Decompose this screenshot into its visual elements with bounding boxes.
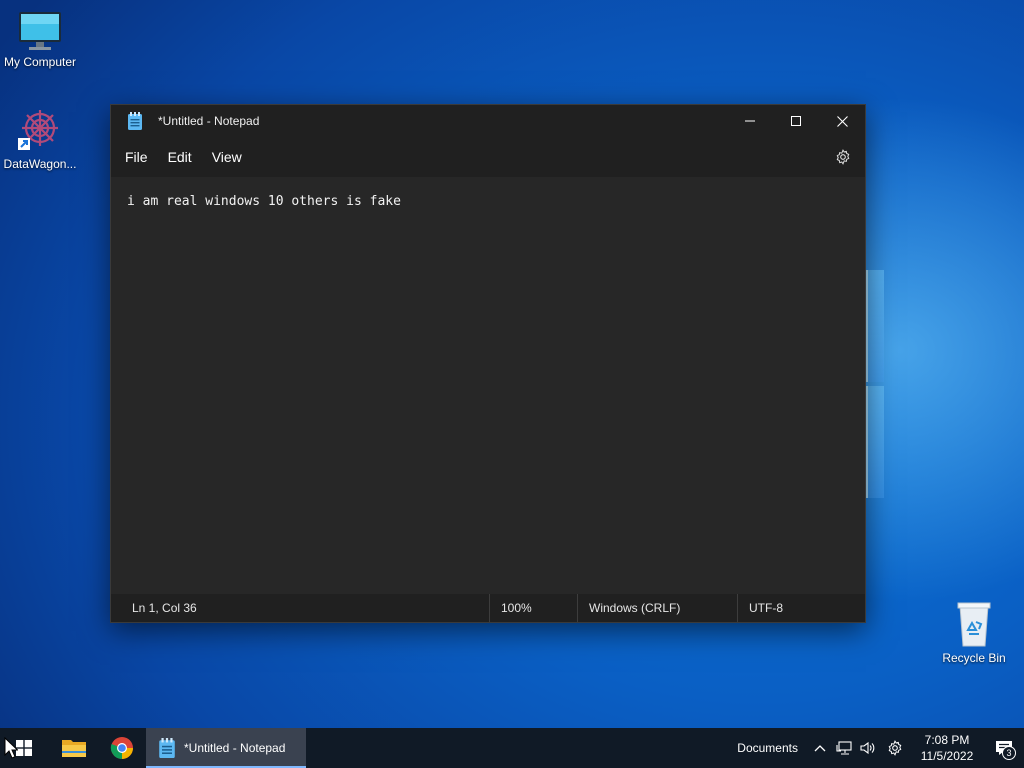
notification-count-badge: 3 bbox=[1002, 746, 1016, 760]
documents-toolbar[interactable]: Documents bbox=[737, 741, 798, 755]
volume-button[interactable] bbox=[856, 728, 880, 768]
clock-date: 11/5/2022 bbox=[920, 749, 974, 763]
title-bar[interactable]: *Untitled - Notepad bbox=[111, 105, 865, 137]
desktop-icon-label: Recycle Bin bbox=[942, 651, 1006, 665]
desktop-icon-label: My Computer bbox=[3, 55, 77, 69]
gear-icon bbox=[836, 149, 850, 165]
status-line-ending: Windows (CRLF) bbox=[577, 594, 737, 622]
windows-logo-icon bbox=[16, 740, 32, 756]
network-icon bbox=[836, 741, 852, 755]
maximize-icon bbox=[791, 116, 801, 126]
speaker-icon bbox=[860, 741, 875, 755]
minimize-button[interactable] bbox=[727, 105, 773, 137]
taskbar-app-label: *Untitled - Notepad bbox=[184, 741, 286, 755]
recycle-bin-icon bbox=[957, 602, 991, 647]
window-title: *Untitled - Notepad bbox=[158, 114, 260, 128]
folder-icon bbox=[62, 740, 86, 757]
taskbar-chrome[interactable] bbox=[98, 728, 146, 768]
settings-button[interactable] bbox=[833, 147, 853, 167]
maximize-button[interactable] bbox=[773, 105, 819, 137]
text-editor[interactable]: i am real windows 10 others is fake bbox=[111, 177, 865, 594]
datawagon-icon bbox=[18, 110, 58, 150]
notepad-icon bbox=[159, 738, 175, 758]
monitor-icon bbox=[19, 12, 61, 50]
status-bar: Ln 1, Col 36 100% Windows (CRLF) UTF-8 bbox=[111, 594, 865, 622]
notepad-icon bbox=[128, 112, 142, 130]
close-button[interactable] bbox=[819, 105, 865, 137]
desktop-icon-my-computer[interactable]: My Computer bbox=[0, 10, 80, 69]
taskbar: *Untitled - Notepad Documents 7:08 PM 11… bbox=[0, 728, 1024, 768]
desktop-icon-datawagon[interactable]: DataWagon... bbox=[0, 106, 80, 171]
menu-edit[interactable]: Edit bbox=[158, 143, 202, 171]
minimize-icon bbox=[745, 120, 755, 122]
system-tray: Documents 7:08 PM 11/5/2022 3 bbox=[737, 728, 1024, 768]
taskbar-notepad[interactable]: *Untitled - Notepad bbox=[146, 728, 306, 768]
action-center-button[interactable]: 3 bbox=[984, 728, 1024, 768]
wallpaper-logo-pane bbox=[866, 386, 884, 498]
menu-view[interactable]: View bbox=[202, 143, 252, 171]
gear-icon bbox=[888, 740, 902, 756]
notepad-window: *Untitled - Notepad File Edit View i am … bbox=[110, 104, 866, 623]
editor-content: i am real windows 10 others is fake bbox=[127, 194, 401, 209]
mouse-cursor-icon bbox=[4, 737, 18, 759]
close-icon bbox=[836, 115, 848, 127]
taskbar-file-explorer[interactable] bbox=[50, 728, 98, 768]
settings-tray-button[interactable] bbox=[880, 728, 910, 768]
chevron-up-icon bbox=[814, 745, 826, 752]
network-button[interactable] bbox=[832, 728, 856, 768]
wallpaper-logo-pane bbox=[866, 270, 884, 382]
status-encoding: UTF-8 bbox=[737, 594, 865, 622]
desktop-icon-recycle-bin[interactable]: Recycle Bin bbox=[934, 600, 1014, 665]
caption-buttons bbox=[727, 105, 865, 137]
status-zoom: 100% bbox=[489, 594, 577, 622]
menu-file[interactable]: File bbox=[115, 143, 158, 171]
status-cursor-position: Ln 1, Col 36 bbox=[132, 601, 197, 615]
desktop-icon-label: DataWagon... bbox=[3, 157, 77, 171]
menu-bar: File Edit View bbox=[111, 137, 865, 177]
clock[interactable]: 7:08 PM 11/5/2022 bbox=[910, 732, 984, 764]
chrome-icon bbox=[110, 737, 133, 759]
clock-time: 7:08 PM bbox=[924, 733, 970, 747]
show-hidden-icons-button[interactable] bbox=[808, 728, 832, 768]
